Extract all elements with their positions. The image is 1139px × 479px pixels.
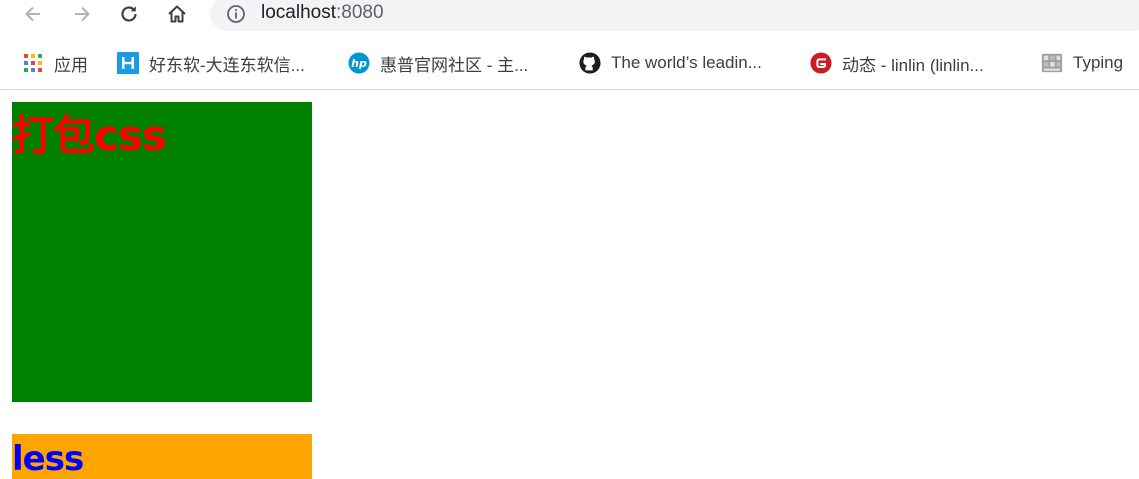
address-bar[interactable]: localhost:8080 — [210, 0, 1139, 31]
bookmark-hp[interactable]: hp 惠普官网社区 - 主... — [348, 44, 528, 82]
neusoft-icon — [117, 52, 139, 74]
url-host: localhost — [261, 2, 336, 23]
bookmark-label: 惠普官网社区 - 主... — [380, 55, 529, 75]
gitee-icon — [810, 52, 832, 74]
bookmark-gitee[interactable]: 动态 - linlin (linlin... — [810, 44, 984, 82]
forward-icon — [75, 6, 90, 22]
apps-grid-icon — [22, 52, 44, 74]
info-icon[interactable] — [226, 4, 246, 24]
bookmark-typing[interactable]: Typing — [1041, 44, 1123, 82]
bookmark-label: 应用 — [54, 55, 88, 75]
url-text[interactable]: localhost:8080 — [261, 1, 384, 25]
bookmark-label: Typing — [1073, 53, 1124, 72]
bookmark-label: 动态 - linlin (linlin... — [842, 55, 984, 75]
home-button[interactable] — [162, 0, 192, 28]
page-heading: 打包css — [12, 111, 167, 160]
bookmark-apps[interactable]: 应用 — [22, 44, 88, 82]
back-icon — [25, 6, 40, 22]
bookmarks-bar: 应用 好东软-大连东软信... hp 惠普官网社区 - 主... The wor… — [0, 44, 1139, 82]
reload-button[interactable] — [114, 0, 144, 28]
bookmark-label: The world’s leadin... — [611, 53, 762, 72]
bookmark-label: 好东软-大连东软信... — [149, 55, 305, 75]
github-icon — [579, 52, 601, 74]
hp-icon: hp — [348, 52, 370, 74]
bookmark-neusoft[interactable]: 好东软-大连东软信... — [117, 44, 305, 82]
svg-text:hp: hp — [351, 57, 367, 70]
reload-icon — [121, 6, 137, 22]
typing-icon — [1041, 52, 1063, 74]
home-icon — [168, 5, 186, 23]
green-box: 打包css — [12, 102, 312, 402]
less-heading: less — [12, 439, 84, 479]
forward-button[interactable] — [67, 0, 97, 28]
url-port: :8080 — [336, 2, 384, 23]
bookmark-github[interactable]: The world’s leadin... — [579, 44, 762, 82]
less-box: less — [12, 434, 312, 479]
toolbar-divider — [0, 89, 1139, 90]
back-button[interactable] — [18, 0, 48, 28]
browser-toolbar: localhost:8080 — [0, 0, 1139, 31]
